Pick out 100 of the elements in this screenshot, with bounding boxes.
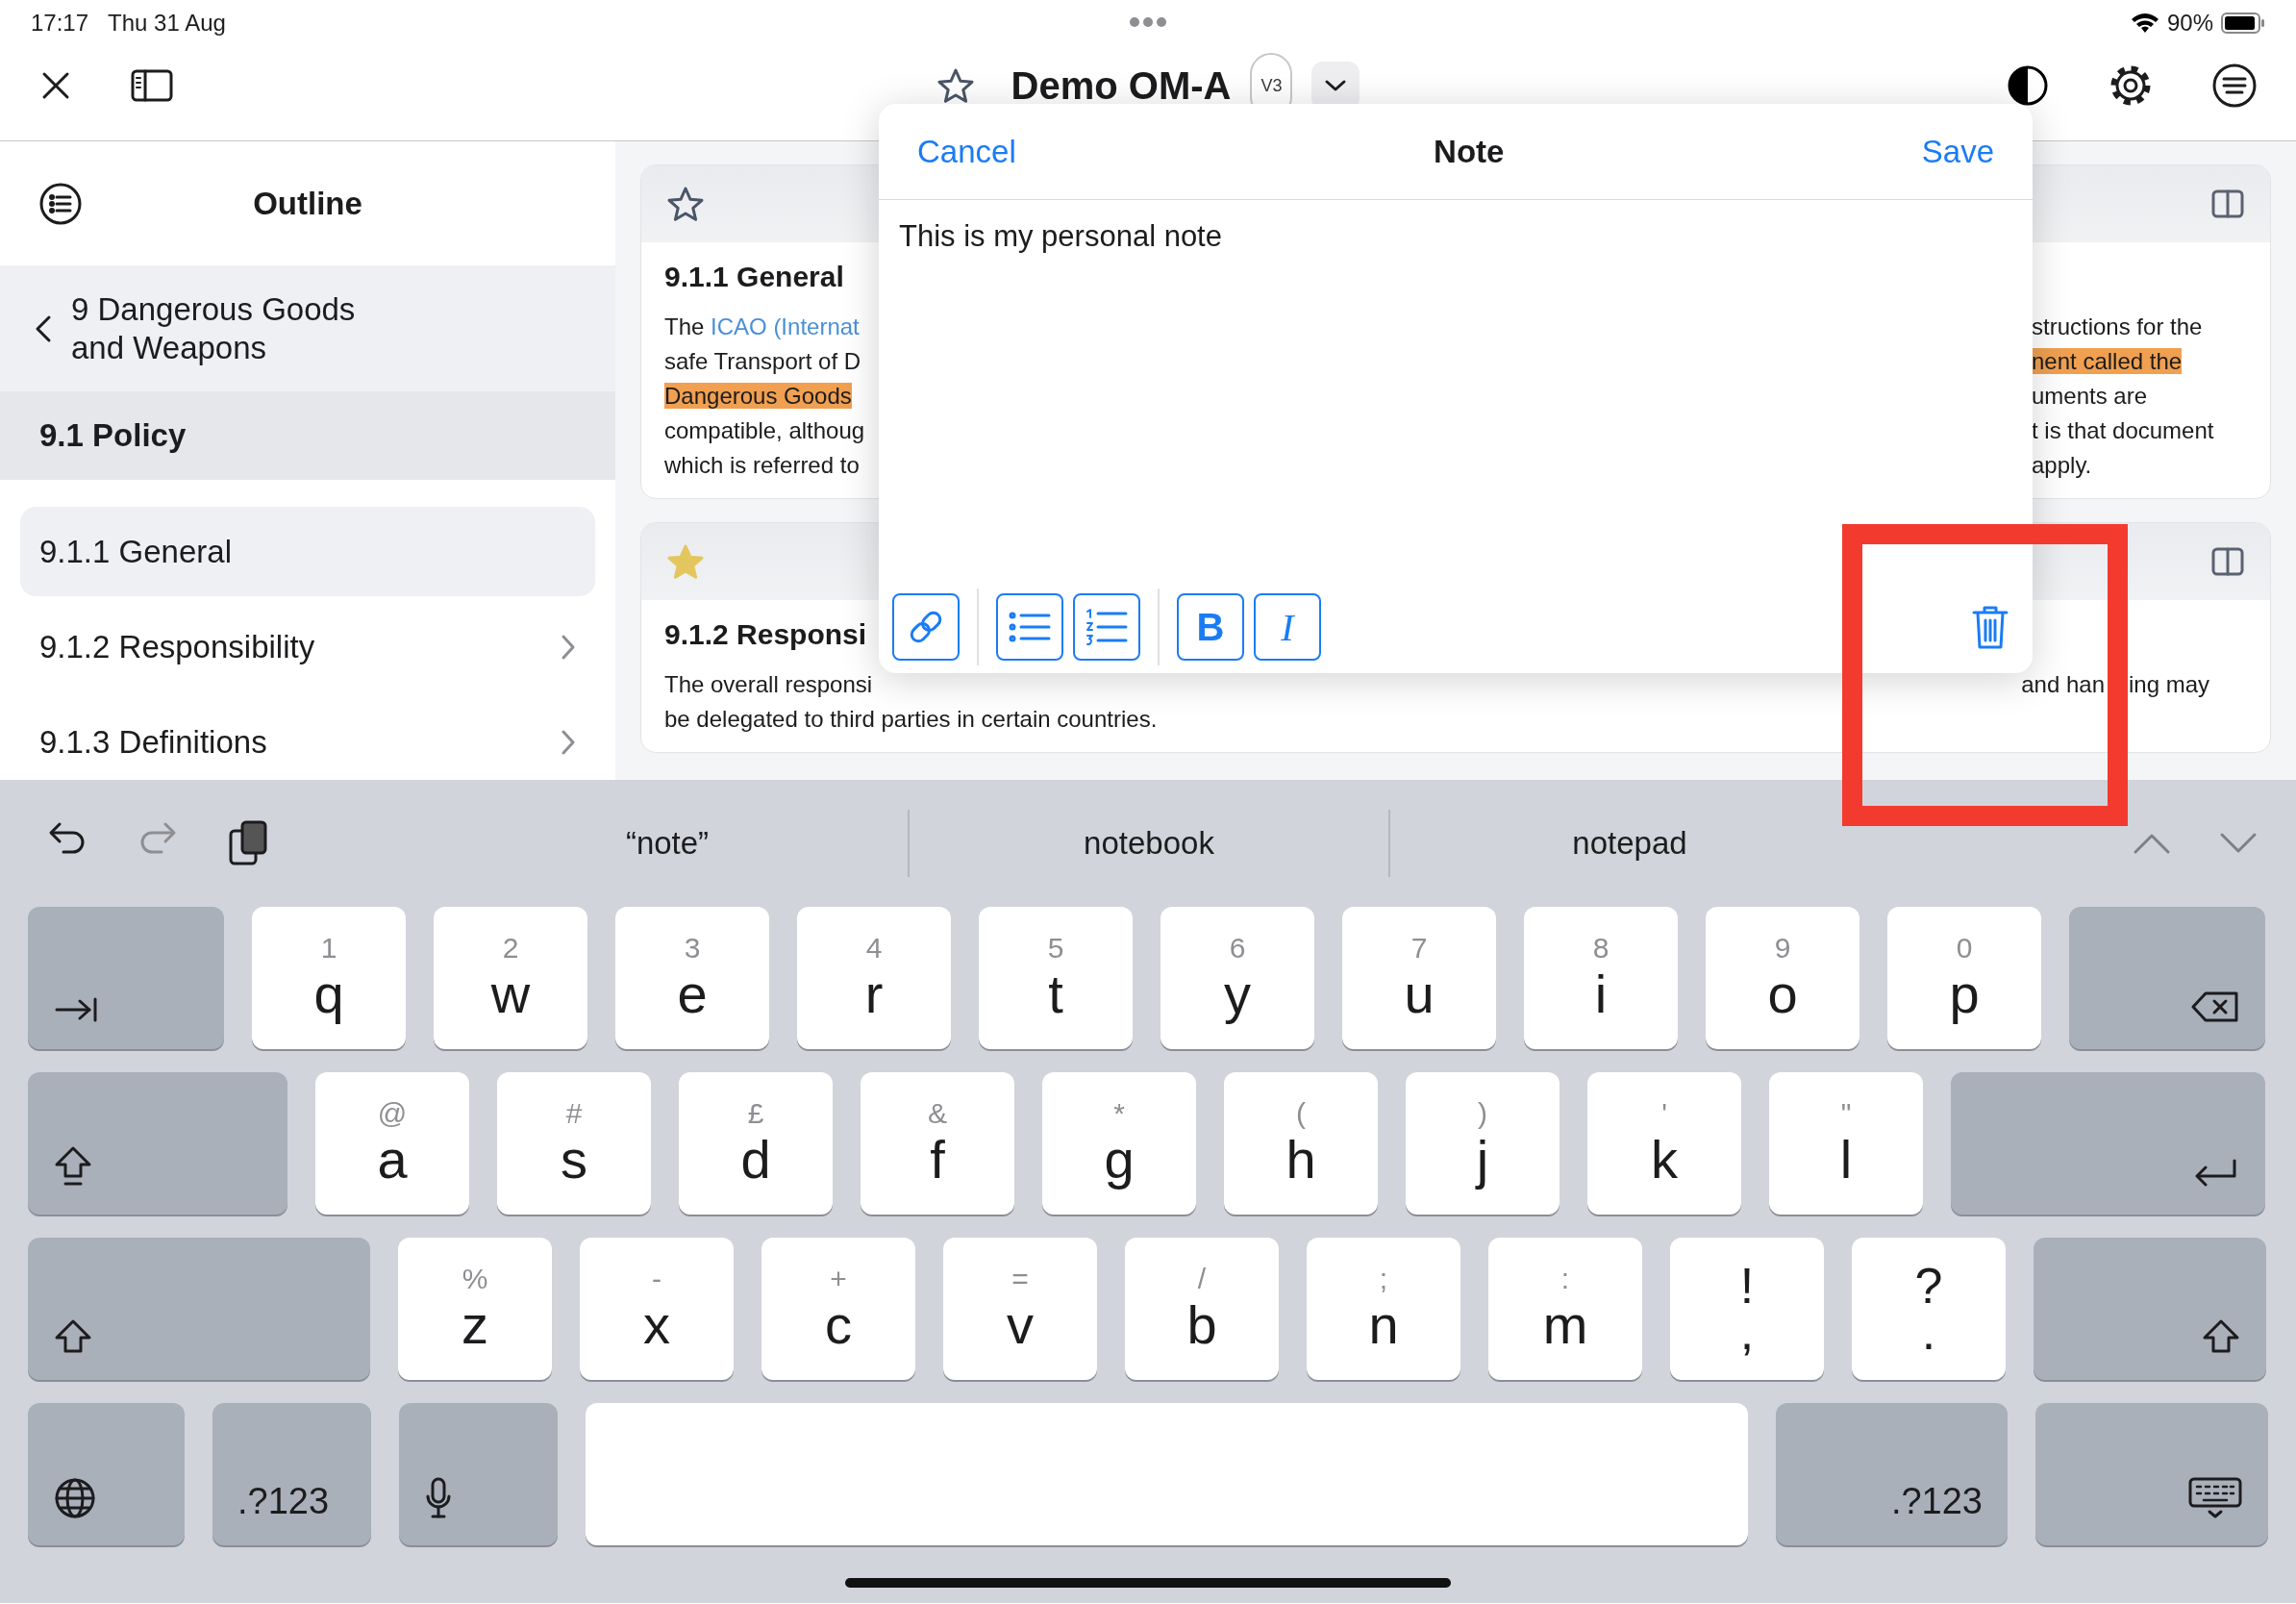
globe-key[interactable] — [28, 1403, 185, 1545]
note-field[interactable]: This is my personal note — [879, 200, 2033, 581]
letter-key[interactable]: @ a — [315, 1072, 469, 1215]
outline-item-label: 9.1.1 General — [39, 533, 232, 570]
wifi-icon — [2130, 12, 2159, 35]
cancel-button[interactable]: Cancel — [917, 133, 1016, 170]
dialog-title: Note — [1434, 133, 1505, 170]
chevron-left-icon — [35, 313, 52, 343]
letter-key[interactable]: £ d — [679, 1072, 833, 1215]
star-icon[interactable] — [666, 186, 705, 222]
chevron-down-icon — [1324, 79, 1348, 92]
outline-title: Outline — [252, 185, 363, 222]
link-button[interactable] — [892, 593, 960, 661]
battery-icon — [2221, 13, 2265, 34]
paragraph-text: apply. — [2032, 451, 2093, 480]
letter-key[interactable]: / b — [1125, 1238, 1279, 1380]
suggestion[interactable]: notebook — [908, 810, 1388, 877]
letter-key[interactable]: " l — [1769, 1072, 1923, 1215]
punctuation-key[interactable]: ! , — [1670, 1238, 1824, 1380]
shift-icon — [53, 1318, 93, 1355]
letter-key[interactable]: = v — [943, 1238, 1097, 1380]
letter-key[interactable]: # s — [497, 1072, 651, 1215]
paragraph-text: uments are — [2032, 382, 2149, 411]
bold-button[interactable]: B — [1177, 593, 1244, 661]
letter-key[interactable]: % z — [398, 1238, 552, 1380]
letter-key[interactable]: : m — [1488, 1238, 1642, 1380]
bulleted-list-button[interactable] — [996, 593, 1063, 661]
delete-icon — [2190, 990, 2240, 1024]
outline-item-label: 9.1.3 Definitions — [39, 723, 267, 761]
suggestion[interactable]: notepad — [1388, 810, 1869, 877]
paragraph-text: The overall responsi — [664, 670, 873, 699]
chevron-down-icon — [2219, 832, 2258, 855]
paste-icon — [227, 819, 269, 867]
trash-icon — [1971, 604, 2009, 650]
paragraph-text: structions for the — [2032, 313, 2204, 341]
letter-key[interactable]: - x — [580, 1238, 734, 1380]
outline-item[interactable]: 9.1.2 Responsibility — [20, 602, 595, 691]
letter-key[interactable]: 4 r — [797, 907, 951, 1049]
save-button[interactable]: Save — [1921, 133, 1994, 170]
letter-key[interactable]: & f — [861, 1072, 1014, 1215]
punctuation-key[interactable]: ? . — [1852, 1238, 2006, 1380]
paragraph-text: nent called the — [2032, 347, 2184, 376]
bulleted-list-icon — [1008, 610, 1052, 644]
split-view-icon — [2210, 188, 2245, 219]
suggestion[interactable]: “note” — [427, 810, 908, 877]
letter-key[interactable]: ; n — [1307, 1238, 1460, 1380]
chevron-up-icon — [2133, 832, 2171, 855]
dismiss-key[interactable] — [2035, 1403, 2268, 1545]
globe-icon — [53, 1476, 97, 1520]
tab-icon — [53, 995, 99, 1024]
sidebar-toggle-button[interactable] — [131, 69, 173, 102]
sidebar-icon — [131, 69, 173, 102]
status-time: 17:17 — [31, 10, 89, 37]
paragraph-text: safe Transport of D — [664, 347, 861, 376]
document-title: Demo OM-A — [1011, 63, 1232, 108]
paragraph-text: compatible, althoug — [664, 416, 865, 445]
letter-key[interactable]: 0 p — [1887, 907, 2041, 1049]
menu-button[interactable] — [2211, 63, 2258, 109]
battery-percentage: 90% — [2166, 10, 2213, 37]
numbers-key[interactable]: .?123 — [212, 1403, 371, 1545]
letter-key[interactable]: 6 y — [1160, 907, 1314, 1049]
letter-key[interactable]: 9 o — [1706, 907, 1859, 1049]
paragraph-text: Dangerous Goods — [664, 382, 852, 411]
menu-icon — [2211, 63, 2258, 109]
letter-key[interactable]: * g — [1042, 1072, 1196, 1215]
paragraph-text: and han — [2021, 670, 2105, 699]
letter-key[interactable]: ' k — [1587, 1072, 1741, 1215]
outline-item[interactable]: 9.1.3 Definitions — [20, 697, 595, 780]
letter-key[interactable]: 5 t — [979, 907, 1133, 1049]
letter-key[interactable]: 3 e — [615, 907, 769, 1049]
letter-key[interactable]: 8 i — [1524, 907, 1678, 1049]
numbered-list-button[interactable] — [1073, 593, 1140, 661]
paragraph-text: The ICAO (Internat — [664, 313, 860, 341]
italic-button[interactable]: I — [1254, 593, 1321, 661]
outline-item[interactable]: 9.1.1 General — [20, 507, 595, 596]
outline-item-label: 9.1.2 Responsibility — [39, 628, 315, 665]
keyboard-dismiss-icon — [2187, 1476, 2243, 1520]
section-title: 9.1.1 General — [664, 261, 844, 292]
status-date: Thu 31 Aug — [108, 10, 226, 37]
letter-key[interactable]: 7 u — [1342, 907, 1496, 1049]
paragraph-text: t is that document — [2032, 416, 2215, 445]
delete-button[interactable] — [1971, 604, 2009, 650]
back-item[interactable]: 9 Dangerous Goods and Weapons — [0, 265, 615, 391]
letter-key[interactable]: + c — [761, 1238, 915, 1380]
section-header: 9.1 Policy — [0, 391, 615, 480]
paragraph-text: which is referred to — [664, 451, 860, 480]
numbers-key[interactable]: .?123 — [1776, 1403, 2008, 1545]
star-icon[interactable] — [936, 67, 975, 104]
letter-key[interactable]: ) j — [1406, 1072, 1560, 1215]
section-title: 9.1.2 Responsi — [664, 618, 867, 650]
letter-key[interactable]: 2 w — [434, 907, 587, 1049]
split-view-icon — [2210, 546, 2245, 577]
letter-key[interactable]: ( h — [1224, 1072, 1378, 1215]
shift-icon — [2201, 1318, 2241, 1355]
contrast-icon[interactable] — [2006, 63, 2050, 108]
paragraph-text: be delegated to third parties in certain countries. — [664, 705, 1159, 734]
microphone-icon — [424, 1476, 453, 1520]
multitasking-dots-icon[interactable] — [1129, 16, 1167, 28]
numbered-list-icon — [1085, 608, 1129, 646]
letter-key[interactable]: 1 q — [252, 907, 406, 1049]
